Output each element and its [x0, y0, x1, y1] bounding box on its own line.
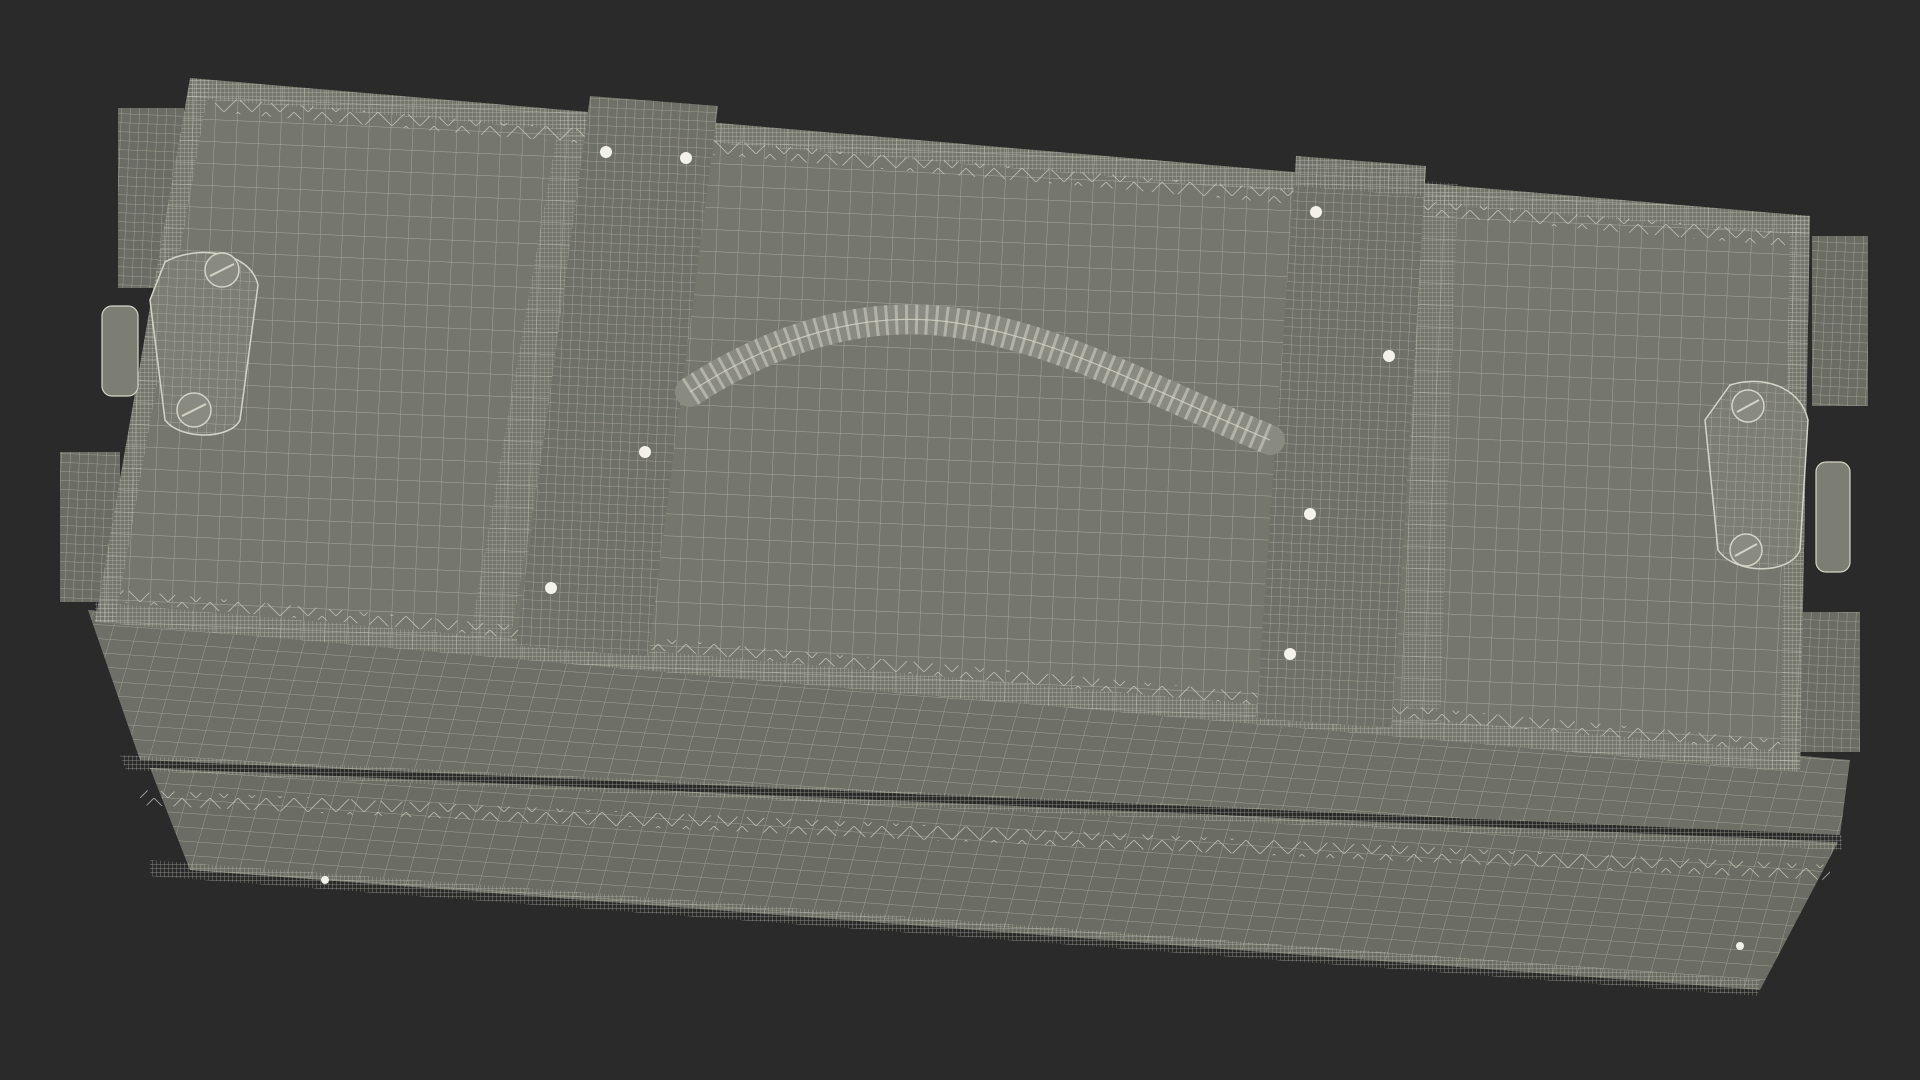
rivet: [321, 876, 329, 884]
rivet: [545, 582, 557, 594]
rivet: [600, 146, 612, 158]
rivet: [1383, 350, 1395, 362]
rivet: [1736, 942, 1744, 950]
latch-left-hinge: [101, 305, 139, 397]
rivet: [639, 446, 651, 458]
wireframe-crate-render: [60, 78, 1868, 996]
render-viewport: [0, 0, 1920, 1080]
latch-right-hinge: [1815, 461, 1851, 573]
rivet: [1304, 508, 1316, 520]
rivet: [1310, 206, 1322, 218]
rivet: [680, 152, 692, 164]
latch-right: [1704, 380, 1851, 573]
rivet: [1284, 648, 1296, 660]
